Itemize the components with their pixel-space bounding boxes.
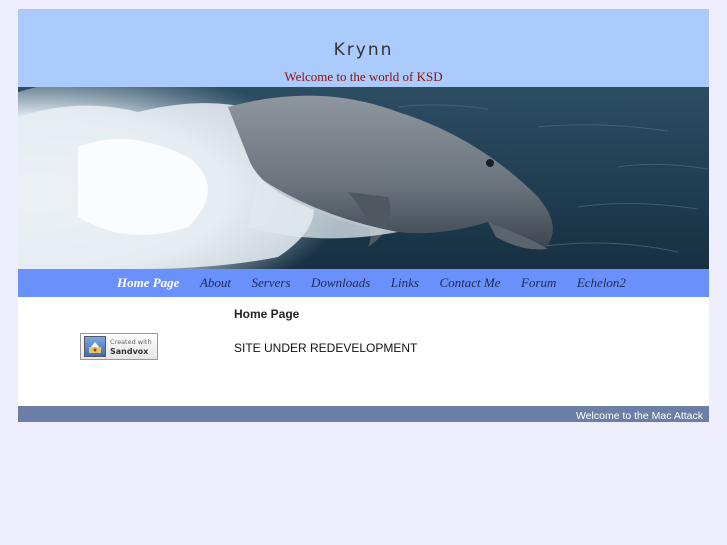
nav-item-servers[interactable]: Servers (252, 275, 291, 291)
nav-item-home-page[interactable]: Home Page (117, 275, 179, 291)
main-content: Created with Sandvox Home Page SITE UNDE… (18, 297, 709, 406)
sandvox-badge[interactable]: Created with Sandvox (80, 333, 158, 360)
dolphin-photo (18, 87, 709, 269)
page-title: Home Page (234, 307, 300, 321)
nav-item-links[interactable]: Links (391, 275, 419, 291)
badge-brand: Sandvox (110, 346, 149, 356)
site-footer: Welcome to the Mac Attack (18, 406, 709, 422)
site-title[interactable]: Krynn (18, 40, 709, 60)
site-tagline: Welcome to the world of KSD (284, 69, 443, 84)
nav-item-about[interactable]: About (200, 275, 231, 291)
nav-item-downloads[interactable]: Downloads (311, 275, 370, 291)
page-body-text: SITE UNDER REDEVELOPMENT (234, 341, 418, 355)
main-nav: Home Page About Servers Downloads Links … (18, 269, 709, 297)
banner-image (18, 87, 709, 269)
sandvox-icon (84, 336, 106, 357)
nav-item-forum[interactable]: Forum (521, 275, 556, 291)
page-container: Krynn Welcome to the world of KSD Home P… (18, 9, 709, 422)
nav-item-contact-me[interactable]: Contact Me (439, 275, 500, 291)
badge-caption: Created with (110, 337, 152, 346)
footer-text: Welcome to the Mac Attack (575, 410, 703, 422)
nav-item-echelon2[interactable]: Echelon2 (577, 275, 626, 291)
site-header: Krynn Welcome to the world of KSD (18, 9, 709, 87)
